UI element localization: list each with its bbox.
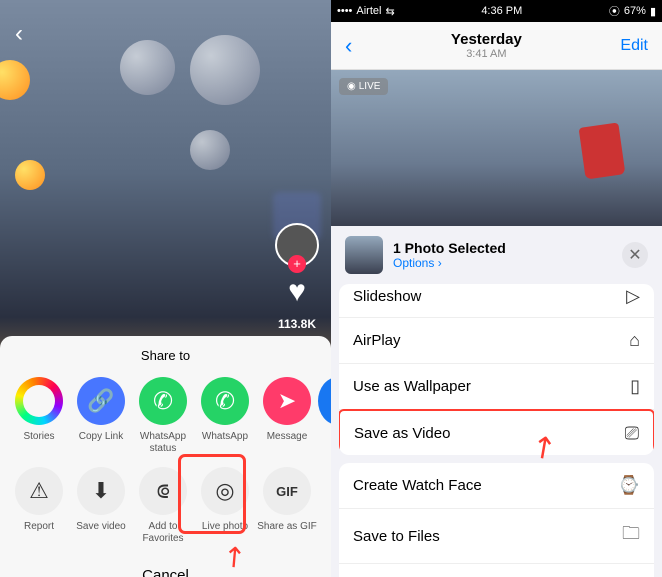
action-save-as-video[interactable]: Save as Video ⎚ (339, 409, 654, 455)
nav-bar: ‹ Yesterday 3:41 AM Edit (331, 22, 662, 70)
share-facebook[interactable]: Fa (318, 377, 331, 455)
action-save-files[interactable]: Save to Files 🗀 (339, 509, 654, 564)
cancel-button[interactable]: Cancel (0, 557, 331, 577)
photos-share-screen: •••• Airtel ⇆ 4:36 PM ⦿ 67% ▮ ‹ Yesterda… (331, 0, 662, 577)
nav-title: Yesterday (352, 31, 620, 48)
share-sheet-header: 1 Photo Selected Options › ✕ (331, 226, 662, 284)
share-whatsapp-status[interactable]: ✆ WhatsApp status (132, 377, 194, 455)
signal-icon: •••• (337, 5, 352, 17)
action-airplay[interactable]: AirPlay ⌂ (339, 318, 654, 364)
bubble-decoration (120, 40, 175, 95)
profile-avatar[interactable]: + (275, 223, 319, 267)
live-photo-button[interactable]: ◎ Live photo (194, 467, 256, 545)
action-list[interactable]: Slideshow ▷ AirPlay ⌂ Use as Wallpaper ▯… (331, 284, 662, 577)
add-favorites-button[interactable]: ⟃ Add to Favorites (132, 467, 194, 545)
bubble-decoration (190, 35, 260, 105)
location-icon: ⦿ (609, 3, 620, 19)
selection-title: 1 Photo Selected (393, 240, 612, 256)
report-button[interactable]: ⚠ Report (8, 467, 70, 545)
save-video-button[interactable]: ⬇ Save video (70, 467, 132, 545)
watch-icon: ⌚ (618, 475, 640, 496)
airplay-icon: ⌂ (629, 330, 640, 351)
close-button[interactable]: ✕ (622, 242, 648, 268)
live-icon: ◉ (347, 81, 356, 92)
nav-title-group: Yesterday 3:41 AM (352, 31, 620, 60)
share-gif-button[interactable]: GIF Share as GIF (256, 467, 318, 545)
battery-icon: ▮ (650, 5, 656, 18)
status-time: 4:36 PM (481, 5, 522, 17)
share-message[interactable]: ➤ Message (256, 377, 318, 455)
phone-icon: ▯ (630, 376, 640, 397)
folder-icon: 🗀 (622, 521, 640, 551)
video-camera-icon: ⎚ (625, 423, 639, 444)
action-wallpaper[interactable]: Use as Wallpaper ▯ (339, 364, 654, 410)
share-whatsapp[interactable]: ✆ WhatsApp (194, 377, 256, 455)
bubble-decoration (0, 60, 30, 100)
photo-preview[interactable]: ◉ LIVE (331, 70, 662, 226)
play-circle-icon: ▷ (626, 286, 640, 307)
video-preview: ‹ + ♥ 113.8K (0, 0, 331, 336)
bubble-decoration (190, 130, 230, 170)
share-title: Share to (0, 348, 331, 363)
tiktok-share-screen: ‹ + ♥ 113.8K Share to + Stories 🔗 Copy L… (0, 0, 331, 577)
battery-percent: 67% (624, 5, 646, 17)
share-row-actions: ⚠ Report ⬇ Save video ⟃ Add to Favorites… (0, 467, 331, 545)
action-assign-contact[interactable]: Assign to Contact (339, 564, 654, 577)
chevron-right-icon: › (438, 256, 442, 270)
nav-subtitle: 3:41 AM (352, 48, 620, 60)
photo-thumbnail (345, 236, 383, 274)
wifi-icon: ⇆ (385, 5, 394, 18)
bubble-decoration (15, 160, 45, 190)
photo-content (579, 122, 626, 179)
like-count: 113.8K (278, 317, 316, 331)
live-badge: ◉ LIVE (339, 78, 388, 95)
action-slideshow[interactable]: Slideshow ▷ (339, 284, 654, 318)
follow-plus-icon[interactable]: + (288, 255, 306, 273)
video-actions: + ♥ 113.8K (275, 223, 319, 331)
share-row-apps: + Stories 🔗 Copy Link ✆ WhatsApp status … (0, 377, 331, 455)
options-link[interactable]: Options › (393, 256, 612, 270)
status-bar: •••• Airtel ⇆ 4:36 PM ⦿ 67% ▮ (331, 0, 662, 22)
close-icon: ✕ (628, 245, 641, 265)
back-chevron-icon[interactable]: ‹ (345, 33, 352, 59)
edit-button[interactable]: Edit (620, 37, 648, 55)
share-copy-link[interactable]: 🔗 Copy Link (70, 377, 132, 455)
carrier: Airtel (356, 5, 381, 17)
share-stories[interactable]: + Stories (8, 377, 70, 455)
action-watch-face[interactable]: Create Watch Face ⌚ (339, 463, 654, 509)
like-heart-icon[interactable]: ♥ (288, 275, 306, 309)
back-arrow-icon[interactable]: ‹ (15, 20, 23, 48)
share-sheet: Share to + Stories 🔗 Copy Link ✆ WhatsAp… (0, 336, 331, 577)
